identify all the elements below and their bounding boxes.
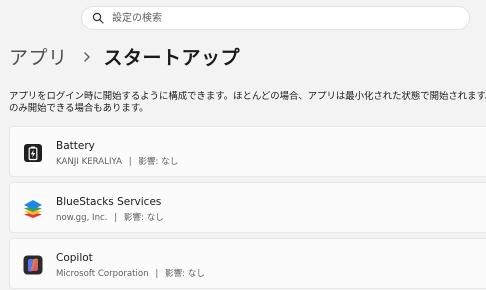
page-title: スタートアップ (103, 46, 241, 69)
meta-separator: | (128, 157, 132, 167)
chevron-right-icon (83, 52, 90, 62)
app-publisher-impact: KANJI KERALIYA | 影響: なし (56, 155, 178, 167)
app-publisher-impact: Microsoft Corporation | 影響: なし (56, 267, 205, 279)
description-line-2: のみ開始できる場合もあります。 (9, 103, 149, 114)
search-input[interactable] (112, 7, 452, 29)
battery-icon (24, 144, 42, 162)
startup-app-copilot[interactable]: Copilot Microsoft Corporation | 影響: なし (9, 238, 486, 289)
copilot-icon (23, 255, 43, 275)
description-line-1: アプリをログイン時に開始するように構成できます。ほとんどの場合、アプリは最小化さ… (9, 91, 486, 102)
page-description: アプリをログイン時に開始するように構成できます。ほとんどの場合、アプリは最小化さ… (9, 91, 486, 115)
app-impact: 影響: なし (123, 213, 164, 223)
app-name: Battery (56, 140, 95, 152)
app-impact: 影響: なし (138, 157, 179, 167)
app-publisher: Microsoft Corporation (56, 269, 149, 279)
search-icon (92, 12, 104, 24)
breadcrumb-parent-apps[interactable]: アプリ (9, 43, 68, 70)
startup-app-bluestacks[interactable]: BlueStacks Services now.gg, Inc. | 影響: な… (9, 182, 486, 233)
meta-separator: | (114, 213, 118, 223)
breadcrumb: アプリ スタートアップ (9, 41, 240, 71)
app-impact: 影響: なし (164, 269, 205, 279)
search-box[interactable] (81, 6, 470, 30)
app-publisher: KANJI KERALIYA (56, 157, 122, 167)
meta-separator: | (155, 269, 159, 279)
app-name: BlueStacks Services (56, 196, 162, 208)
app-publisher-impact: now.gg, Inc. | 影響: なし (56, 211, 164, 223)
bluestacks-icon (24, 200, 42, 218)
app-publisher: now.gg, Inc. (56, 213, 108, 223)
app-name: Copilot (56, 252, 93, 264)
startup-app-battery[interactable]: Battery KANJI KERALIYA | 影響: なし (9, 126, 486, 177)
